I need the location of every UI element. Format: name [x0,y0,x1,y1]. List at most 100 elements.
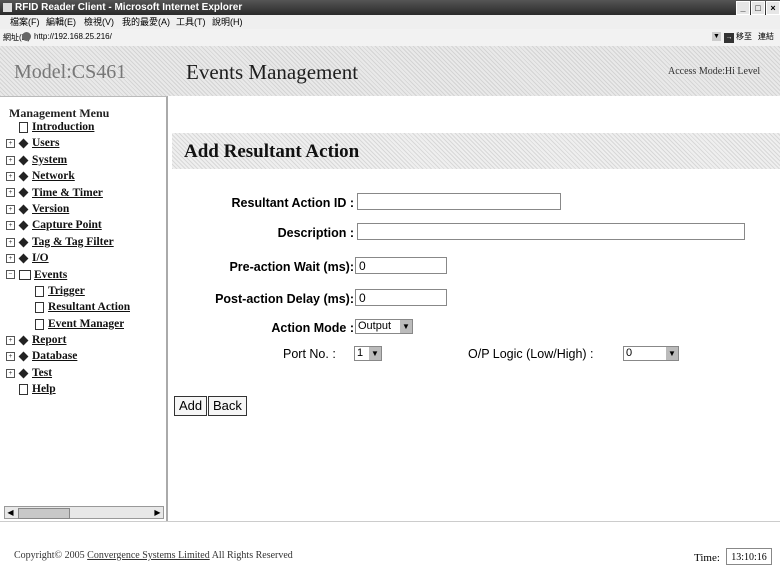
go-button[interactable]: → 移至 [724,31,752,43]
address-bar: 網址(D) http://192.168.25.216/ ▼ → 移至 連結 [0,29,780,47]
menu-view[interactable]: 檢視(V) [84,15,114,29]
page-icon [19,384,28,396]
sidebar-item-event-manager[interactable]: Event Manager [6,318,130,334]
sidebar-item-label[interactable]: System [32,154,67,166]
sidebar-item-label[interactable]: Introduction [32,121,94,133]
sidebar-item-network[interactable]: + Network [6,170,130,186]
sidebar-item-io[interactable]: + I/O [6,252,130,268]
close-button[interactable]: × [766,1,780,15]
sidebar-item-trigger[interactable]: Trigger [6,285,130,301]
sidebar-item-test[interactable]: + Test [6,367,130,383]
op-logic-select[interactable]: 0 ▼ [623,346,679,361]
rights-text: All Rights Reserved [211,550,293,561]
pre-action-wait-input[interactable]: 0 [355,257,447,274]
sidebar-item-label[interactable]: Capture Point [32,219,102,231]
page-title: Events Management [186,60,359,84]
links-button[interactable]: 連結 [758,31,774,42]
sidebar-item-system[interactable]: + System [6,154,130,170]
add-button[interactable]: Add [174,396,208,416]
description-label: Description : [277,226,354,240]
sidebar-item-label[interactable]: I/O [32,252,49,264]
menu-help[interactable]: 說明(H) [212,15,243,29]
sidebar-item-label[interactable]: Users [32,137,59,149]
go-label: 移至 [736,32,752,41]
action-mode-select[interactable]: Output ▼ [355,319,413,334]
expand-icon[interactable]: + [6,155,15,165]
sidebar-item-users[interactable]: + Users [6,137,130,153]
post-action-delay-label: Post-action Delay (ms): [215,292,354,306]
resultant-action-id-label: Resultant Action ID : [231,196,354,210]
sidebar-item-events[interactable]: − Events [6,269,130,285]
sidebar-item-label[interactable]: Version [32,203,69,215]
sidebar-item-tag-filter[interactable]: + Tag & Tag Filter [6,236,130,252]
description-input[interactable] [357,223,745,240]
sidebar-item-label[interactable]: Report [32,334,67,346]
sidebar-item-label[interactable]: Help [32,383,56,395]
sidebar-item-database[interactable]: + Database [6,350,130,366]
ie-app-icon [3,3,12,12]
page-header: Model:CS461 Events Management Access Mod… [0,46,780,96]
page-footer: Copyright© 2005 Convergence Systems Limi… [0,521,780,572]
expand-icon[interactable]: + [6,335,15,345]
expand-icon[interactable]: + [6,253,15,263]
post-action-delay-input[interactable]: 0 [355,289,447,306]
menu-tools[interactable]: 工具(T) [176,15,206,29]
scroll-left-icon[interactable]: ◀ [5,507,16,518]
time-display: 13:10:16 [726,548,772,565]
menu-edit[interactable]: 編輯(E) [46,15,76,29]
sidebar-item-label[interactable]: Event Manager [48,318,124,330]
expand-icon[interactable]: + [6,204,15,214]
book-icon [18,351,29,362]
sidebar-item-label[interactable]: Database [32,350,77,362]
sidebar-item-label[interactable]: Time & Timer [32,187,103,199]
page-icon [35,302,44,314]
back-button[interactable]: Back [208,396,247,416]
expand-icon[interactable]: + [6,368,15,378]
menu-favorites[interactable]: 我的最愛(A) [122,15,170,29]
action-mode-value: Output [358,320,392,332]
sidebar-item-capture-point[interactable]: + Capture Point [6,219,130,235]
book-icon [18,171,29,182]
sidebar-item-label[interactable]: Network [32,170,75,182]
address-url: http://192.168.25.216/ [34,32,112,41]
book-icon [18,237,29,248]
scroll-right-icon[interactable]: ▶ [152,507,163,518]
access-mode: Access Mode:Hi Level [668,66,761,77]
sidebar-item-label[interactable]: Events [34,269,67,281]
sidebar-item-help[interactable]: Help [6,383,130,399]
maximize-button[interactable]: □ [751,1,765,15]
company-link[interactable]: Convergence Systems Limited [87,550,210,561]
expand-icon[interactable]: + [6,237,15,247]
expand-icon[interactable]: + [6,188,15,198]
chevron-down-icon: ▼ [400,320,412,333]
expand-icon[interactable]: + [6,139,15,149]
sidebar-item-label[interactable]: Tag & Tag Filter [32,236,114,248]
book-icon [18,138,29,149]
collapse-icon[interactable]: − [6,270,15,280]
form-heading-banner: Add Resultant Action [172,133,780,169]
sidebar-item-time-timer[interactable]: + Time & Timer [6,187,130,203]
chevron-down-icon: ▼ [369,347,381,360]
sidebar-item-report[interactable]: + Report [6,334,130,350]
op-logic-value: 0 [626,347,633,359]
form-heading: Add Resultant Action [184,141,360,162]
port-no-select[interactable]: 1 ▼ [354,346,382,361]
expand-icon[interactable]: + [6,352,15,362]
address-input[interactable]: http://192.168.25.216/ [22,31,722,43]
sidebar-horizontal-scrollbar[interactable]: ◀ ▶ [4,506,164,519]
sidebar-item-label[interactable]: Resultant Action [48,301,130,313]
resultant-action-id-input[interactable] [357,193,561,210]
sidebar-item-resultant-action[interactable]: Resultant Action [6,301,130,317]
menu-file[interactable]: 檔案(F) [10,15,40,29]
sidebar-item-version[interactable]: + Version [6,203,130,219]
scroll-thumb[interactable] [18,508,70,519]
address-dropdown-icon[interactable]: ▼ [712,32,721,41]
book-icon [18,253,29,264]
book-icon [18,155,29,166]
sidebar-item-label[interactable]: Trigger [48,285,85,297]
expand-icon[interactable]: + [6,172,15,182]
sidebar-item-label[interactable]: Test [32,367,52,379]
expand-icon[interactable]: + [6,221,15,231]
sidebar-item-introduction[interactable]: Introduction [6,121,130,137]
minimize-button[interactable]: _ [736,1,750,15]
